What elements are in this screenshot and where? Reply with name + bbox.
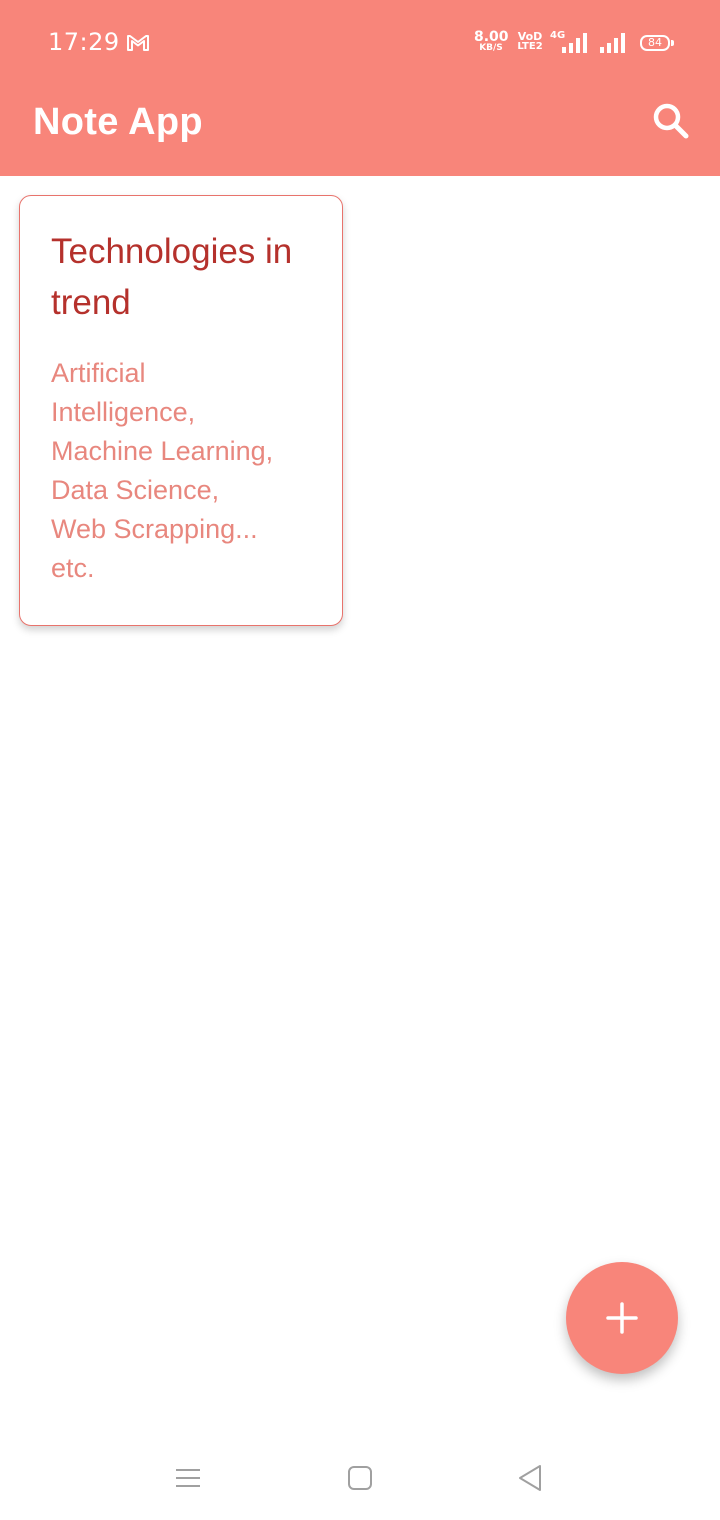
search-icon — [653, 103, 689, 139]
gmail-icon — [127, 35, 149, 51]
square-icon — [348, 1466, 372, 1490]
status-time: 17:29 — [48, 28, 120, 56]
battery-tip — [671, 40, 674, 46]
signal-strength-icon — [562, 33, 587, 53]
note-title: Technologies in trend — [51, 232, 293, 322]
volte-indicator: VoD LTE2 — [516, 31, 544, 52]
add-note-button[interactable] — [566, 1262, 678, 1374]
app-header: 17:29 8.00 KB/S VoD LTE2 4G 84 Note App — [0, 0, 720, 176]
status-bar: 17:29 8.00 KB/S VoD LTE2 4G 84 — [0, 0, 720, 88]
volte-bottom-label: LTE2 — [517, 41, 543, 52]
network-speed-value: 8.00 — [474, 29, 509, 45]
battery-level: 84 — [648, 36, 662, 49]
search-button[interactable] — [646, 96, 696, 146]
menu-icon — [176, 1469, 200, 1487]
note-card[interactable]: Technologies in trend Artificial Intelli… — [19, 195, 343, 626]
system-nav-bar — [0, 1430, 720, 1520]
note-body: Artificial Intelligence, Machine Learnin… — [51, 358, 274, 583]
network-speed: 8.00 KB/S — [474, 29, 509, 53]
recents-button[interactable] — [168, 1458, 208, 1498]
network-speed-unit: KB/S — [479, 43, 503, 53]
home-button[interactable] — [340, 1458, 380, 1498]
battery-icon: 84 — [640, 35, 670, 51]
back-button[interactable] — [510, 1458, 550, 1498]
plus-icon — [606, 1302, 638, 1334]
signal-strength-icon-sim2 — [600, 33, 625, 53]
triangle-back-icon — [519, 1465, 541, 1491]
app-title: Note App — [33, 101, 203, 143]
screen: 17:29 8.00 KB/S VoD LTE2 4G 84 Note App … — [0, 0, 720, 1520]
